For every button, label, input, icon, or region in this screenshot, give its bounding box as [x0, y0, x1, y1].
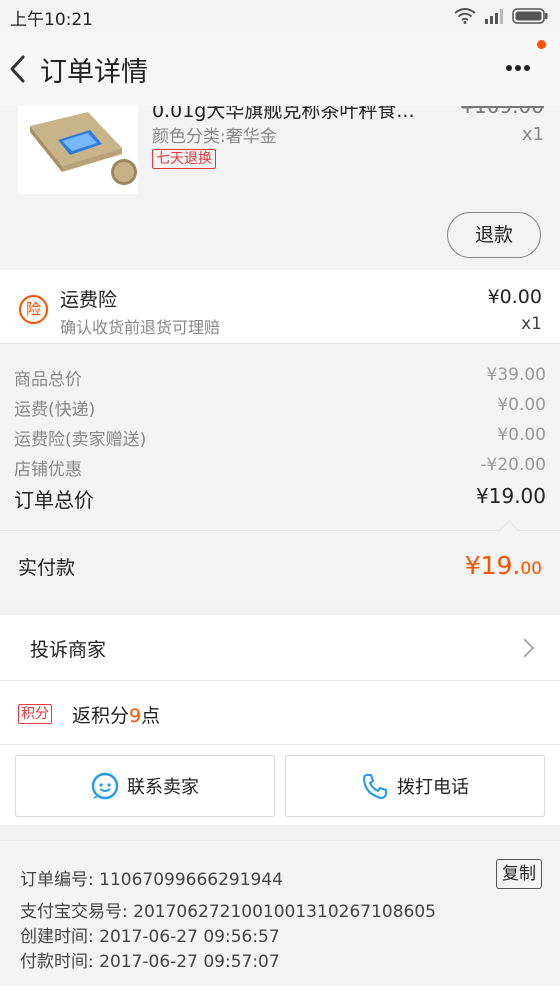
call-phone-button[interactable]: 拨打电话	[285, 755, 545, 817]
insurance-title: 运费险	[60, 289, 118, 311]
phone-icon	[363, 774, 387, 799]
signal-icon	[485, 9, 503, 24]
more-menu-button[interactable]	[500, 40, 546, 86]
paid-amount: ¥19.00	[465, 551, 542, 580]
points-badge: 积分	[18, 704, 52, 724]
order-info: 订单编号: 11067099666291944 支付宝交易号: 20170627…	[0, 840, 560, 986]
seven-day-return-badge: 七天退换	[152, 149, 216, 169]
bottom-edge	[0, 986, 560, 996]
price-label: 运费险(卖家赠送)	[14, 430, 147, 450]
product-card[interactable]: 0.01g大华旗舰克称茶叶秤食... ¥109.00 颜色分类:奢华金 x1 七…	[0, 106, 560, 270]
price-row-goods-total: 商品总价 ¥39.00	[14, 361, 546, 391]
product-thumbnail[interactable]	[18, 106, 138, 194]
product-quantity: x1	[521, 124, 544, 145]
price-row-insurance: 运费险(卖家赠送) ¥0.00	[14, 421, 546, 451]
page-title: 订单详情	[40, 57, 148, 88]
paid-amount-row: 实付款 ¥19.00	[0, 531, 560, 599]
created-time: 创建时间: 2017-06-27 09:56:57	[20, 927, 280, 947]
nav-bar: 订单详情	[0, 32, 560, 106]
wifi-icon	[454, 8, 476, 24]
shipping-insurance-row: 险 运费险 确认收货前退货可理赔 ¥0.00 x1	[0, 270, 560, 344]
complain-seller-row[interactable]: 投诉商家	[0, 615, 560, 681]
price-row-order-total: 订单总价 ¥19.00	[14, 484, 546, 514]
status-icons	[454, 6, 548, 26]
insurance-quantity: x1	[521, 314, 542, 334]
product-original-price: ¥109.00	[461, 106, 544, 118]
back-arrow-icon[interactable]	[4, 52, 32, 86]
price-value: ¥39.00	[486, 365, 546, 385]
scale-image	[30, 112, 137, 185]
notification-dot	[537, 40, 546, 49]
action-area: 联系卖家 拨打电话	[0, 745, 560, 825]
contact-seller-label: 联系卖家	[127, 777, 199, 798]
points-text: 返积分9点	[72, 701, 160, 728]
price-label: 商品总价	[14, 370, 82, 390]
points-row: 积分 返积分9点	[0, 681, 560, 745]
price-row-shop-discount: 店铺优惠 -¥20.00	[14, 451, 546, 481]
order-total-label: 订单总价	[14, 488, 94, 512]
contact-seller-button[interactable]: 联系卖家	[15, 755, 275, 817]
insurance-description: 确认收货前退货可理赔	[60, 318, 221, 337]
price-label: 店铺优惠	[14, 460, 82, 480]
price-value: ¥0.00	[497, 425, 546, 445]
order-total-value: ¥19.00	[476, 484, 546, 508]
paid-label: 实付款	[18, 557, 76, 579]
points-prefix: 返积分	[72, 705, 130, 727]
points-suffix: 点	[141, 705, 161, 727]
points-number: 9	[129, 705, 142, 727]
chat-bubble-icon	[91, 772, 119, 800]
paid-amount-decimal: 00	[520, 559, 542, 579]
battery-icon	[512, 8, 548, 24]
status-bar: 上午10:21	[0, 0, 560, 32]
complain-label: 投诉商家	[30, 639, 107, 661]
chevron-right-icon	[523, 638, 535, 658]
insurance-icon: 险	[19, 295, 48, 324]
product-sku: 颜色分类:奢华金	[152, 127, 277, 147]
order-number: 订单编号: 11067099666291944	[20, 870, 284, 890]
price-row-shipping: 运费(快递) ¥0.00	[14, 391, 546, 421]
alipay-transaction-number: 支付宝交易号: 2017062721001001310267108605	[20, 902, 436, 922]
insurance-price: ¥0.00	[487, 286, 542, 308]
copy-order-number-button[interactable]: 复制	[496, 859, 542, 889]
product-title[interactable]: 0.01g大华旗舰克称茶叶秤食...	[152, 106, 415, 123]
more-dots-icon	[506, 65, 533, 71]
price-label: 运费(快递)	[14, 400, 96, 420]
price-value: -¥20.00	[480, 455, 546, 475]
status-time: 上午10:21	[10, 10, 93, 30]
price-summary: 商品总价 ¥39.00 运费(快递) ¥0.00 运费险(卖家赠送) ¥0.00…	[0, 344, 560, 532]
call-phone-label: 拨打电话	[397, 777, 469, 798]
paid-amount-integer: ¥19.	[464, 551, 521, 580]
refund-button[interactable]: 退款	[447, 212, 541, 258]
paid-time: 付款时间: 2017-06-27 09:57:07	[20, 952, 280, 972]
price-value: ¥0.00	[497, 395, 546, 415]
